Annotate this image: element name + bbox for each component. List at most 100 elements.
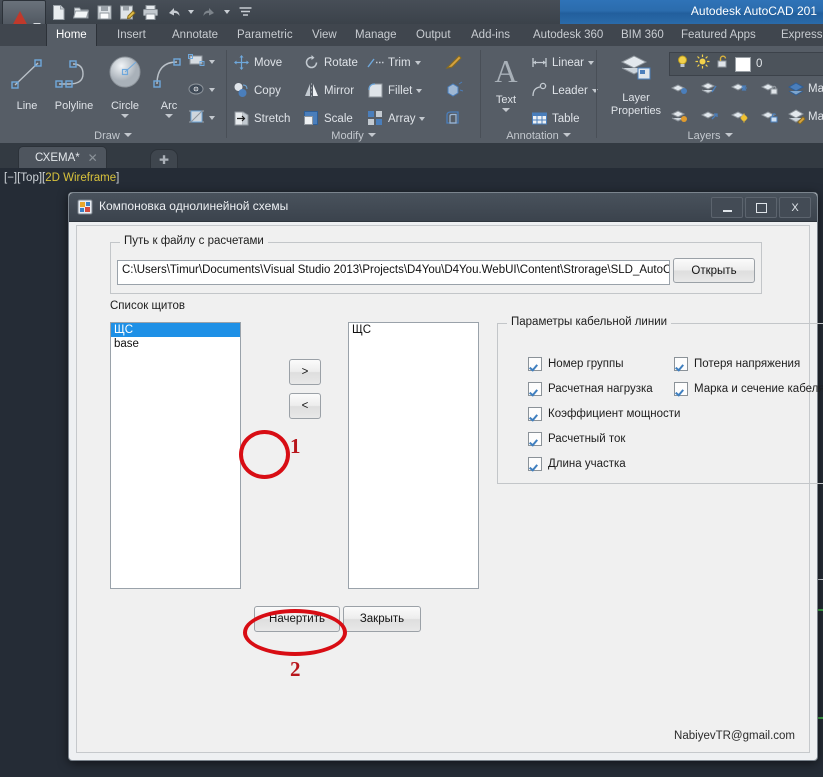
dialog-titlebar[interactable]: Компоновка однолинейной схемы X <box>69 193 817 222</box>
undo-dropdown-icon[interactable] <box>188 10 194 14</box>
minimize-button[interactable] <box>711 197 743 218</box>
close-dialog-button[interactable]: Закрыть <box>343 606 421 632</box>
layer-match-button[interactable]: Match <box>787 108 823 125</box>
tab-autodesk-360[interactable]: Autodesk 360 <box>524 24 612 46</box>
tab-view[interactable]: View <box>303 24 346 46</box>
tool-copy[interactable]: Copy <box>233 82 281 99</box>
new-icon[interactable] <box>48 2 68 22</box>
tool-line[interactable]: Line <box>4 54 50 112</box>
close-button[interactable]: X <box>779 197 811 218</box>
list-item[interactable]: base <box>111 337 240 351</box>
checkbox-power-factor[interactable]: Коэффициент мощности <box>528 407 680 421</box>
layer-freeze-button[interactable] <box>730 80 748 97</box>
close-icon[interactable]: ✕ <box>88 147 98 169</box>
tab-featured-apps[interactable]: Featured Apps <box>672 24 765 46</box>
draw-button[interactable]: Начертить <box>254 606 340 632</box>
hatch-dropdown-icon[interactable] <box>209 87 215 92</box>
lightbulb-icon[interactable] <box>675 54 690 74</box>
layer-off-button[interactable] <box>700 80 718 97</box>
layer-turn-all-on-button[interactable] <box>700 108 718 125</box>
arc-dropdown-icon[interactable] <box>165 114 173 118</box>
layer-thaw-all-button[interactable] <box>730 108 748 125</box>
tool-trim[interactable]: Trim <box>367 54 421 71</box>
panel-modify-title[interactable]: Modify <box>227 130 480 142</box>
maximize-button[interactable] <box>745 197 777 218</box>
layer-isolate-button[interactable] <box>670 80 688 97</box>
tool-circle[interactable]: Circle <box>101 52 149 118</box>
tool-mirror[interactable]: Mirror <box>303 82 354 99</box>
tool-erase[interactable] <box>445 53 462 70</box>
tool-rotate[interactable]: Rotate <box>303 54 358 71</box>
tool-explode[interactable] <box>445 81 464 98</box>
path-input[interactable]: C:\Users\Timur\Documents\Visual Studio 2… <box>117 260 670 285</box>
tool-layer-properties[interactable]: Layer Properties <box>605 52 667 117</box>
tab-express-tools[interactable]: Express T <box>772 24 823 46</box>
list-item[interactable]: ЩС <box>349 323 478 337</box>
move-right-button[interactable]: > <box>289 359 321 385</box>
tool-fillet[interactable]: Fillet <box>367 82 423 99</box>
open-icon[interactable] <box>71 2 91 22</box>
save-icon[interactable] <box>94 2 114 22</box>
tool-text[interactable]: A Text <box>485 52 527 112</box>
tab-parametric[interactable]: Parametric <box>228 24 302 46</box>
list-item[interactable]: ЩС <box>111 323 240 337</box>
checkbox-calculated-load[interactable]: Расчетная нагрузка <box>528 382 653 396</box>
checkbox-icon[interactable] <box>528 457 542 471</box>
tool-hatch[interactable] <box>188 81 215 98</box>
visual-style-label[interactable]: 2D Wireframe <box>45 172 116 184</box>
linear-dropdown-icon[interactable] <box>587 60 594 65</box>
selected-panels-listbox[interactable]: ЩС <box>348 322 479 589</box>
panel-draw-title[interactable]: Draw <box>0 130 226 142</box>
tool-gradient[interactable] <box>188 109 215 126</box>
tool-table[interactable]: Table <box>531 110 580 127</box>
tool-scale[interactable]: Scale <box>303 110 353 127</box>
checkbox-group-number[interactable]: Номер группы <box>528 357 624 371</box>
checkbox-section-length[interactable]: Длина участка <box>528 457 626 471</box>
tab-insert[interactable]: Insert <box>108 24 155 46</box>
fillet-dropdown-icon[interactable] <box>416 88 423 93</box>
tab-annotate[interactable]: Annotate <box>163 24 227 46</box>
gradient-dropdown-icon[interactable] <box>209 115 215 120</box>
panel-expand-icon[interactable] <box>562 133 571 137</box>
layer-unisolate-button[interactable] <box>670 108 688 125</box>
panel-annotation-title[interactable]: Annotation <box>481 130 596 142</box>
checkbox-icon[interactable] <box>528 432 542 446</box>
panel-expand-icon[interactable] <box>367 133 376 137</box>
checkbox-calculated-current[interactable]: Расчетный ток <box>528 432 625 446</box>
plot-icon[interactable] <box>140 2 160 22</box>
tool-linear-dimension[interactable]: Linear <box>531 54 594 71</box>
array-dropdown-icon[interactable] <box>419 116 426 121</box>
undo-icon[interactable] <box>163 2 183 22</box>
checkbox-voltage-drop[interactable]: Потеря напряжения <box>674 357 800 371</box>
layer-unlock-button[interactable] <box>760 108 778 125</box>
open-file-button[interactable]: Открыть <box>673 258 755 283</box>
tool-array[interactable]: Array <box>367 110 426 127</box>
redo-dropdown-icon[interactable] <box>224 10 230 14</box>
tool-rectangle[interactable] <box>188 53 215 70</box>
rectangle-dropdown-icon[interactable] <box>209 59 215 64</box>
tool-arc[interactable]: Arc <box>146 52 192 118</box>
tool-polyline[interactable]: Polyline <box>46 54 102 112</box>
tool-offset[interactable] <box>445 109 462 126</box>
current-layer-control[interactable]: 0 <box>669 52 823 76</box>
tab-output[interactable]: Output <box>407 24 460 46</box>
unlock-icon[interactable] <box>715 54 730 74</box>
tab-bim-360[interactable]: BIM 360 <box>612 24 673 46</box>
redo-icon[interactable] <box>199 2 219 22</box>
checkbox-icon[interactable] <box>528 407 542 421</box>
tab-add-ins[interactable]: Add-ins <box>462 24 519 46</box>
checkbox-icon[interactable] <box>528 382 542 396</box>
document-tab-schema[interactable]: СХЕМА* ✕ <box>18 146 107 169</box>
panel-expand-icon[interactable] <box>724 133 733 137</box>
new-document-tab-button[interactable]: ✚ <box>150 149 178 169</box>
sun-icon[interactable] <box>695 54 710 74</box>
tab-manage[interactable]: Manage <box>346 24 406 46</box>
tool-stretch[interactable]: Stretch <box>233 110 290 127</box>
save-as-icon[interactable] <box>117 2 137 22</box>
panel-expand-icon[interactable] <box>123 133 132 137</box>
available-panels-listbox[interactable]: ЩС base <box>110 322 241 589</box>
text-dropdown-icon[interactable] <box>502 108 510 112</box>
move-left-button[interactable]: < <box>289 393 321 419</box>
tool-move[interactable]: Move <box>233 54 282 71</box>
layer-lock-button[interactable] <box>760 80 778 97</box>
